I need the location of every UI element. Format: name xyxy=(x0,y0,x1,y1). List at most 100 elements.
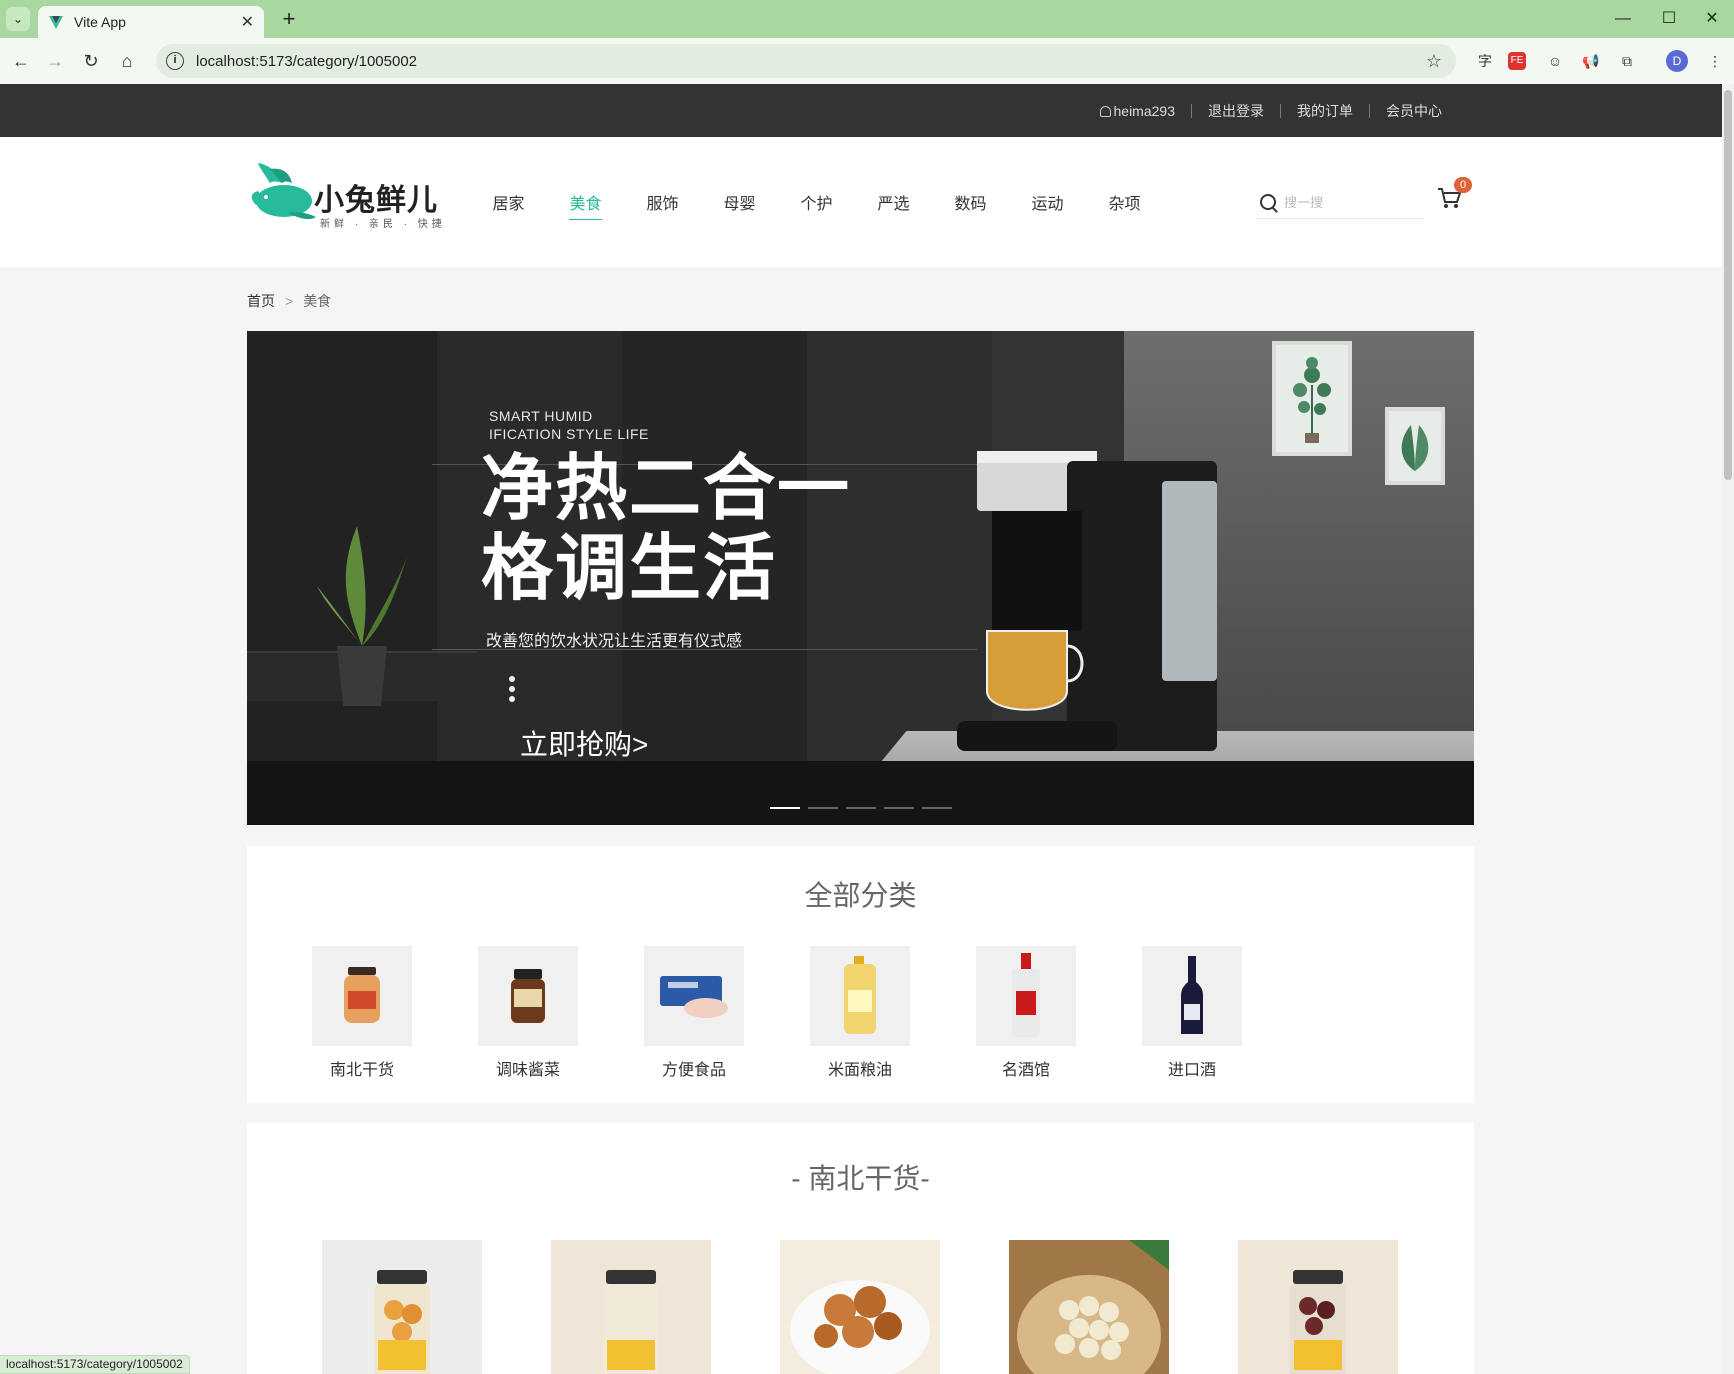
banner-indicator-3[interactable] xyxy=(846,807,876,809)
category-name: 调味酱菜 xyxy=(495,1062,560,1079)
site-logo[interactable]: 小兔鲜儿 新鲜 · 亲民 · 快捷 xyxy=(248,159,446,230)
banner-buy-now-button[interactable]: 立即抢购> xyxy=(520,723,648,763)
translate-extension-icon[interactable]: 字 xyxy=(1472,48,1498,74)
all-categories-section: 全部分类 南北干货 调味酱菜 方便食品 米面粮油 名酒馆 进口酒 xyxy=(247,846,1474,1103)
megaphone-extension-icon[interactable]: 📢 xyxy=(1578,48,1604,74)
canned-meat-icon xyxy=(644,946,744,1046)
url-text: localhost:5173/category/1005002 xyxy=(196,52,418,70)
new-tab-button[interactable]: + xyxy=(276,6,302,32)
member-center-link[interactable]: 会员中心 xyxy=(1369,103,1458,118)
minimize-icon[interactable]: — xyxy=(1600,6,1646,32)
nav-item-sports[interactable]: 运动 xyxy=(1009,190,1086,214)
goods-image xyxy=(322,1240,482,1374)
banner-indicator-4[interactable] xyxy=(884,807,914,809)
close-tab-icon[interactable]: ✕ xyxy=(241,12,254,32)
forward-icon[interactable]: → xyxy=(42,48,68,74)
goods-image xyxy=(1238,1240,1398,1374)
browser-menu-icon[interactable]: ⋮ xyxy=(1702,48,1728,74)
maximize-icon[interactable]: ☐ xyxy=(1646,6,1692,32)
banner-dots-decoration xyxy=(509,676,515,706)
category-item[interactable]: 调味酱菜 xyxy=(478,946,644,1080)
face-extension-icon[interactable]: ☺ xyxy=(1542,48,1568,74)
reload-icon[interactable]: ↻ xyxy=(78,48,104,74)
cart-count-badge: 0 xyxy=(1454,177,1472,193)
browser-toolbar: ← → ↻ ⌂ i localhost:5173/category/100500… xyxy=(0,38,1734,84)
goods-item[interactable] xyxy=(322,1240,551,1374)
goods-item[interactable] xyxy=(551,1240,780,1374)
page-viewport: heima293 退出登录 我的订单 会员中心 小兔鲜儿 新鲜 · 亲民 · 快… xyxy=(0,84,1722,1374)
water-dispenser-image xyxy=(957,451,1217,751)
logo-slogan: 新鲜 · 亲民 · 快捷 xyxy=(320,219,446,230)
search-icon xyxy=(1260,193,1276,210)
goods-image xyxy=(1009,1240,1169,1374)
tab-search-button[interactable]: ⌄ xyxy=(6,7,30,31)
cart-button[interactable]: 0 xyxy=(1436,177,1472,215)
window-close-icon[interactable]: ✕ xyxy=(1692,6,1732,32)
potted-plant-image xyxy=(317,526,407,706)
browser-tab-strip: ⌄ Vite App ✕ + — ☐ ✕ xyxy=(0,0,1734,38)
category-item[interactable]: 进口酒 xyxy=(1142,946,1308,1080)
vite-favicon-icon xyxy=(49,16,63,29)
breadcrumb-current: 美食 xyxy=(303,293,332,309)
nav-item-home-goods[interactable]: 居家 xyxy=(470,190,547,214)
banner-indicator-2[interactable] xyxy=(808,807,838,809)
banner-tagline-line2: IFICATION STYLE LIFE xyxy=(489,426,649,442)
nav-item-apparel[interactable]: 服饰 xyxy=(624,190,701,214)
category-name: 方便食品 xyxy=(661,1062,726,1079)
category-nav: 居家 美食 服饰 母婴 个护 严选 数码 运动 杂项 xyxy=(470,137,1163,267)
category-name: 名酒馆 xyxy=(1001,1062,1050,1079)
address-bar[interactable]: i localhost:5173/category/1005002 ☆ xyxy=(156,44,1456,78)
banner-floor xyxy=(247,761,1474,825)
user-icon xyxy=(1099,105,1111,117)
search-input[interactable]: 搜一搜 xyxy=(1284,192,1323,211)
app-top-nav: heima293 退出登录 我的订单 会员中心 xyxy=(0,84,1722,137)
nav-item-selected[interactable]: 严选 xyxy=(855,190,932,214)
home-icon[interactable]: ⌂ xyxy=(114,48,140,74)
banner-indicator-1[interactable] xyxy=(770,807,800,809)
extensions-puzzle-icon[interactable]: ⧉ xyxy=(1614,48,1640,74)
tab-title: Vite App xyxy=(74,14,126,30)
hero-banner[interactable]: SMART HUMID IFICATION STYLE LIFE 净热二合一 格… xyxy=(247,331,1474,825)
subcategory-section: - 南北干货- xyxy=(247,1123,1474,1374)
my-orders-link[interactable]: 我的订单 xyxy=(1280,103,1369,118)
nav-item-food[interactable]: 美食 xyxy=(547,190,624,220)
category-item[interactable]: 米面粮油 xyxy=(810,946,976,1080)
category-item[interactable]: 方便食品 xyxy=(644,946,810,1080)
back-icon[interactable]: ← xyxy=(8,48,34,74)
app-header: 小兔鲜儿 新鲜 · 亲民 · 快捷 居家 美食 服饰 母婴 个护 严选 数码 运… xyxy=(0,137,1722,267)
category-item[interactable]: 名酒馆 xyxy=(976,946,1142,1080)
breadcrumb-home[interactable]: 首页 xyxy=(247,293,275,309)
goods-image xyxy=(780,1240,940,1374)
site-info-icon[interactable]: i xyxy=(166,52,184,70)
oil-bottle-icon xyxy=(810,946,910,1046)
category-name: 进口酒 xyxy=(1167,1062,1216,1079)
goods-list xyxy=(322,1240,1467,1374)
goods-item[interactable] xyxy=(780,1240,1009,1374)
banner-headline-line2: 格调生活 xyxy=(481,529,778,609)
goods-image xyxy=(551,1240,711,1374)
plant-illustration xyxy=(1293,357,1331,443)
pdf-extension-icon[interactable]: FE xyxy=(1508,52,1526,70)
banner-indicators xyxy=(770,807,952,809)
category-item[interactable]: 南北干货 xyxy=(312,946,478,1080)
banner-tagline: SMART HUMID IFICATION STYLE LIFE xyxy=(489,407,649,443)
search-box[interactable]: 搜一搜 xyxy=(1256,185,1424,219)
goods-item[interactable] xyxy=(1238,1240,1467,1374)
bookmark-star-icon[interactable]: ☆ xyxy=(1426,51,1442,72)
banner-indicator-5[interactable] xyxy=(922,807,952,809)
subcategory-title: - 南北干货- xyxy=(791,1163,930,1194)
nav-item-digital[interactable]: 数码 xyxy=(932,190,1009,214)
profile-avatar[interactable]: D xyxy=(1666,50,1688,72)
scrollbar-thumb[interactable] xyxy=(1724,90,1732,480)
user-account-link[interactable]: heima293 xyxy=(1084,104,1192,118)
nav-item-personal-care[interactable]: 个护 xyxy=(778,190,855,214)
leaf-frame-image xyxy=(1385,407,1445,485)
page-scrollbar[interactable] xyxy=(1722,84,1734,1374)
nav-item-baby[interactable]: 母婴 xyxy=(701,190,778,214)
goods-item[interactable] xyxy=(1009,1240,1238,1374)
sauce-jar-icon xyxy=(478,946,578,1046)
nav-item-misc[interactable]: 杂项 xyxy=(1086,190,1163,214)
browser-tab[interactable]: Vite App ✕ xyxy=(38,6,264,38)
category-name: 南北干货 xyxy=(329,1062,394,1079)
logout-link[interactable]: 退出登录 xyxy=(1191,103,1280,118)
